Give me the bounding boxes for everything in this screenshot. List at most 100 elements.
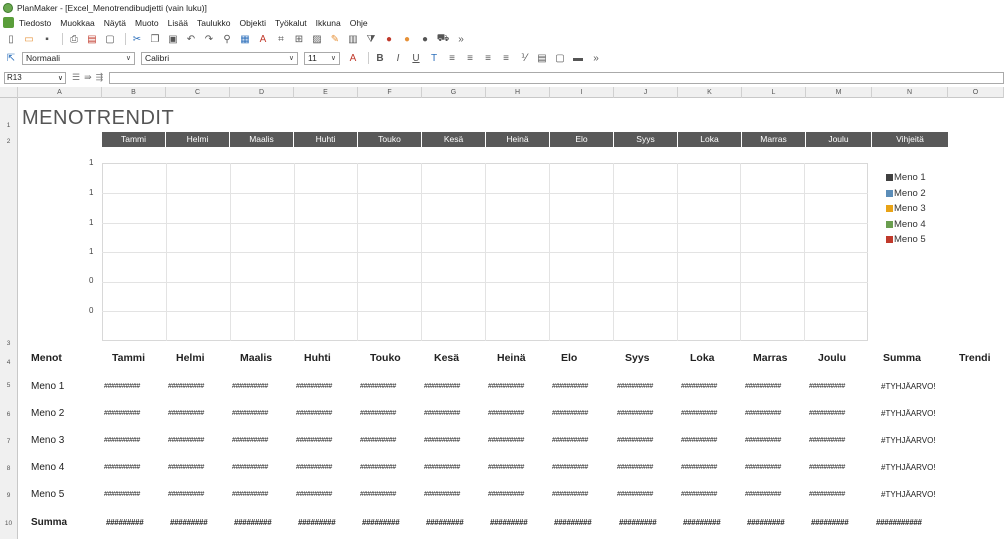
menu-edit[interactable]: Muokkaa [60, 18, 95, 28]
paste-icon[interactable]: ▣ [166, 32, 180, 46]
month-value-cell[interactable]: ########## [488, 491, 524, 498]
borders-icon[interactable]: ⊞ [292, 32, 306, 46]
align-right-icon[interactable]: ≡ [481, 51, 495, 65]
month-value-cell[interactable]: ########## [424, 383, 460, 390]
zoom-icon[interactable]: ▦ [238, 32, 252, 46]
menu-object[interactable]: Objekti [240, 18, 266, 28]
menu-file[interactable]: Tiedosto [19, 18, 51, 28]
month-value-cell[interactable]: ########## [681, 491, 717, 498]
row-header[interactable]: 3 [0, 148, 18, 352]
column-header[interactable]: B [102, 87, 166, 98]
font-color-icon[interactable]: A [346, 51, 360, 65]
month-value-cell[interactable]: ########## [232, 464, 268, 471]
month-value-cell[interactable]: ########## [168, 410, 204, 417]
undo-icon[interactable]: ↶ [184, 32, 198, 46]
formula-input[interactable] [109, 71, 1004, 84]
month-value-cell[interactable]: ########## [488, 383, 524, 390]
pointer-icon[interactable]: ⇱ [4, 51, 18, 65]
cancel-formula-icon[interactable]: ⇶ [96, 72, 104, 83]
select-all-corner[interactable] [0, 87, 18, 98]
month-value-cell[interactable]: ########## [424, 464, 460, 471]
month-value-cell[interactable]: ########## [809, 383, 845, 390]
month-value-cell[interactable]: ########## [488, 464, 524, 471]
column-header[interactable]: E [294, 87, 358, 98]
align-left-icon[interactable]: ≡ [445, 51, 459, 65]
expense-label[interactable]: Meno 4 [31, 462, 64, 473]
month-value-cell[interactable]: ########## [168, 437, 204, 444]
column-header[interactable]: L [742, 87, 806, 98]
month-value-cell[interactable]: ########## [552, 491, 588, 498]
style-select[interactable]: Normaali ∨ [22, 51, 135, 65]
month-value-cell[interactable]: ########## [552, 464, 588, 471]
total-month-cell[interactable]: ######### [170, 518, 208, 527]
month-value-cell[interactable]: ########## [809, 437, 845, 444]
month-value-cell[interactable]: ########## [424, 491, 460, 498]
row-sum-cell[interactable]: #TYHJÄARVO! [881, 409, 936, 418]
row-sum-cell[interactable]: #TYHJÄARVO! [881, 463, 936, 472]
month-value-cell[interactable]: ########## [681, 410, 717, 417]
more-tools-icon[interactable]: » [454, 32, 468, 46]
cut-icon[interactable]: ✂ [130, 32, 144, 46]
align-center-icon[interactable]: ≡ [463, 51, 477, 65]
save-icon[interactable]: ▪ [40, 32, 54, 46]
cell-borders-icon[interactable]: ▢ [553, 51, 567, 65]
scenario-icon[interactable]: ● [418, 32, 432, 46]
new-document-icon[interactable]: ▯ [4, 32, 18, 46]
column-header[interactable]: C [166, 87, 230, 98]
month-value-cell[interactable]: ########## [424, 410, 460, 417]
month-value-cell[interactable]: ########## [552, 383, 588, 390]
month-value-cell[interactable]: ########## [488, 410, 524, 417]
month-value-cell[interactable]: ########## [360, 410, 396, 417]
column-header[interactable]: O [948, 87, 1004, 98]
total-month-cell[interactable]: ######### [426, 518, 464, 527]
row-sum-cell[interactable]: #TYHJÄARVO! [881, 490, 936, 499]
column-header[interactable]: D [230, 87, 294, 98]
month-value-cell[interactable]: ########## [809, 410, 845, 417]
month-value-cell[interactable]: ########## [296, 383, 332, 390]
total-label[interactable]: Summa [31, 517, 67, 528]
month-value-cell[interactable]: ########## [296, 464, 332, 471]
month-value-cell[interactable]: ########## [360, 491, 396, 498]
month-value-cell[interactable]: ########## [296, 437, 332, 444]
month-value-cell[interactable]: ########## [296, 410, 332, 417]
column-header[interactable]: I [550, 87, 614, 98]
text-style-icon[interactable]: T [427, 51, 441, 65]
print-preview-icon[interactable]: ▢ [103, 32, 117, 46]
cart-icon[interactable]: ⛟ [436, 32, 450, 46]
goal-seek-icon[interactable]: ● [400, 32, 414, 46]
month-value-cell[interactable]: ########## [617, 437, 653, 444]
month-value-cell[interactable]: ########## [617, 410, 653, 417]
menu-table[interactable]: Taulukko [197, 18, 231, 28]
month-value-cell[interactable]: ########## [360, 437, 396, 444]
filter-icon[interactable]: ⧩ [364, 32, 378, 46]
fill-color-icon[interactable]: ▤ [535, 51, 549, 65]
row-header[interactable]: 2 [0, 133, 18, 148]
month-value-cell[interactable]: ########## [488, 437, 524, 444]
month-value-cell[interactable]: ########## [552, 437, 588, 444]
underline-icon[interactable]: U [409, 51, 423, 65]
total-month-cell[interactable]: ######### [362, 518, 400, 527]
row-header[interactable]: 6 [0, 397, 18, 424]
month-value-cell[interactable]: ########## [617, 383, 653, 390]
month-value-cell[interactable]: ########## [296, 491, 332, 498]
month-value-cell[interactable]: ########## [809, 491, 845, 498]
menu-format[interactable]: Muoto [135, 18, 159, 28]
month-value-cell[interactable]: ########## [424, 437, 460, 444]
italic-icon[interactable]: I [391, 51, 405, 65]
total-month-cell[interactable]: ######### [554, 518, 592, 527]
grand-total-cell[interactable]: ########### [876, 518, 922, 527]
row-header[interactable]: 10 [0, 505, 18, 539]
column-header[interactable]: G [422, 87, 486, 98]
menu-view[interactable]: Näytä [104, 18, 126, 28]
copy-icon[interactable]: ❐ [148, 32, 162, 46]
error-check-icon[interactable]: ● [382, 32, 396, 46]
month-value-cell[interactable]: ########## [617, 464, 653, 471]
month-value-cell[interactable]: ########## [681, 437, 717, 444]
app-menu-icon[interactable] [3, 17, 14, 28]
month-value-cell[interactable]: ########## [360, 464, 396, 471]
expense-label[interactable]: Meno 2 [31, 408, 64, 419]
month-value-cell[interactable]: ########## [617, 491, 653, 498]
column-header[interactable]: N [872, 87, 948, 98]
month-value-cell[interactable]: ########## [681, 464, 717, 471]
row-header[interactable]: 9 [0, 478, 18, 505]
